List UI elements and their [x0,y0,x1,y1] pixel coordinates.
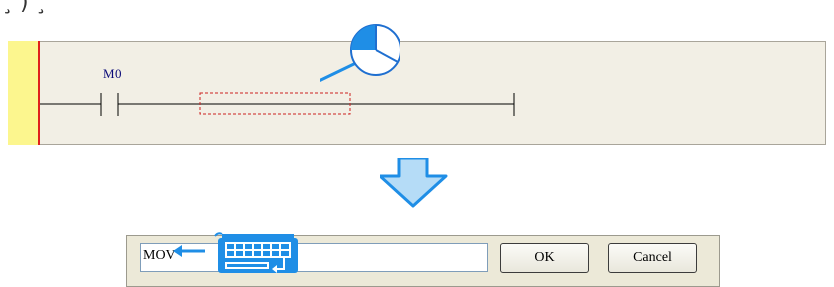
contact-label: M0 [103,66,123,81]
ladder-rung [40,92,515,116]
mouse-click-icon [320,24,400,83]
keyboard-icon [173,232,298,273]
down-arrow-icon [380,158,448,208]
ok-button[interactable]: OK [500,243,589,273]
left-arrow-icon [173,245,182,257]
cancel-button[interactable]: Cancel [608,243,697,273]
